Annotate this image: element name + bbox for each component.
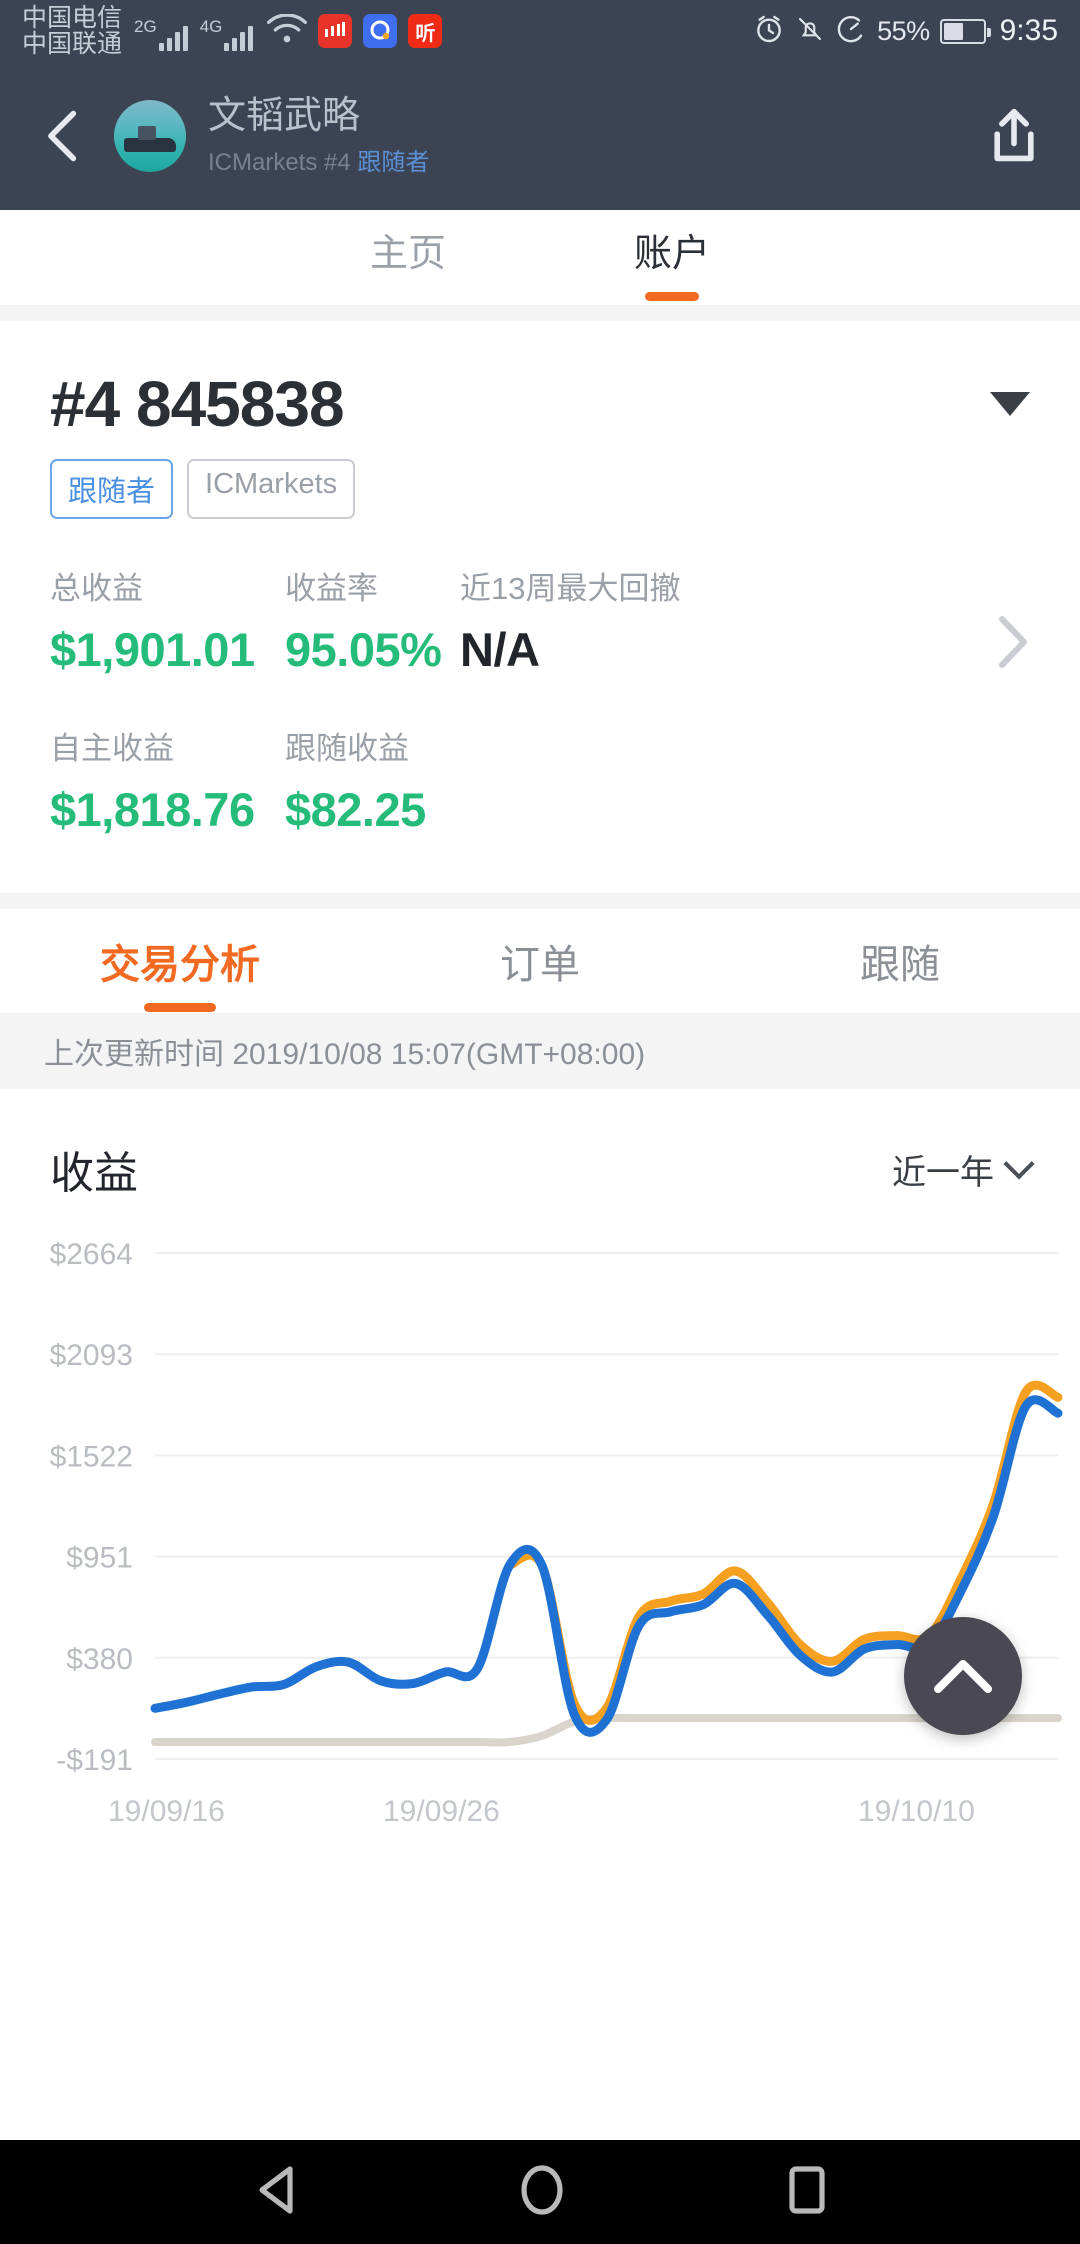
caret-down-icon[interactable]	[990, 392, 1030, 416]
x-tick-2: 19/10/10	[858, 1795, 975, 1828]
chip-role: 跟随者	[50, 459, 174, 519]
range-selector-label: 近一年	[892, 1153, 994, 1192]
alarm-icon	[753, 13, 785, 50]
stat-return-rate-label: 收益率	[285, 571, 378, 606]
share-button[interactable]	[976, 98, 1052, 174]
stock-app-icon	[318, 14, 353, 48]
x-tick-1: 19/09/26	[383, 1795, 500, 1828]
section-tab-bar: 交易分析 订单 跟随	[0, 909, 1080, 1013]
network-type-1: 2G	[134, 17, 157, 36]
header-title-block: 文韬武略 ICMarkets #4 跟随者	[208, 95, 429, 178]
avatar[interactable]	[114, 100, 186, 172]
scroll-up-chevron-icon	[934, 1660, 992, 1693]
stat-total-profit: 总收益 $1,901.01	[50, 563, 285, 677]
x-tick-0: 19/09/16	[108, 1795, 225, 1828]
account-chips: 跟随者 ICMarkets	[0, 441, 1080, 519]
account-number-row[interactable]: #4 845838	[0, 321, 1080, 441]
battery-percent: 55%	[877, 15, 930, 46]
trader-subtitle: ICMarkets #4 跟随者	[208, 142, 429, 177]
scroll-to-top-button[interactable]	[904, 1617, 1022, 1735]
stats-row-1: 总收益 $1,901.01 收益率 95.05% 近13周最大回撤 N/A	[50, 563, 1030, 677]
tab-trade-analysis[interactable]: 交易分析	[0, 932, 360, 990]
stat-copy-profit-label: 跟随收益	[285, 731, 409, 766]
chart-title: 收益	[50, 1149, 138, 1198]
nav-recents-button[interactable]	[786, 2165, 828, 2220]
back-button[interactable]	[28, 100, 100, 172]
chart-x-axis-labels: 19/09/16 19/09/26 19/10/10	[0, 1795, 1080, 1851]
account-ref-label: #4	[324, 149, 351, 177]
account-stats[interactable]: 总收益 $1,901.01 收益率 95.05% 近13周最大回撤 N/A 自主…	[0, 519, 1080, 837]
chevron-right-icon[interactable]	[996, 615, 1030, 674]
android-nav-bar	[0, 2140, 1080, 2244]
broker-label: ICMarkets	[208, 149, 318, 177]
network-type-2: 4G	[199, 17, 223, 36]
back-chevron-icon	[48, 110, 77, 162]
role-label: 跟随者	[357, 149, 430, 177]
stat-total-profit-label: 总收益	[50, 571, 143, 606]
chip-broker: ICMarkets	[187, 459, 356, 519]
stat-self-profit: 自主收益 $1,818.76	[50, 723, 285, 837]
stat-total-profit-value: $1,901.01	[50, 623, 255, 676]
stat-return-rate: 收益率 95.05%	[285, 563, 460, 677]
tab-follow[interactable]: 跟随	[720, 932, 1080, 990]
account-section: #4 845838 跟随者 ICMarkets 总收益 $1,901.01 收益…	[0, 321, 1080, 1851]
y-tick-label: $2093	[50, 1339, 133, 1372]
top-tab-bar: 主页 账户	[0, 210, 1080, 305]
nav-home-circle-icon	[521, 2164, 563, 2215]
trader-name: 文韬武略	[208, 94, 361, 137]
share-icon	[994, 108, 1034, 162]
section-divider-top	[0, 305, 1080, 321]
tab-home[interactable]: 主页	[356, 222, 460, 293]
carrier-1: 中国电信	[22, 3, 123, 32]
signal-1: 2G	[134, 11, 188, 51]
last-update-bar: 上次更新时间 2019/10/08 15:07(GMT+08:00)	[0, 1013, 1080, 1089]
y-tick-label: -$191	[56, 1744, 133, 1777]
carrier-labels: 中国电信 中国联通	[22, 3, 123, 58]
nav-back-triangle-icon	[259, 2165, 293, 2214]
stat-max-drawdown-value: N/A	[460, 623, 540, 676]
stat-copy-profit-value: $82.25	[285, 783, 426, 836]
browser-app-icon	[363, 14, 398, 48]
stats-row-2: 自主收益 $1,818.76 跟随收益 $82.25	[50, 723, 1030, 837]
status-right-cluster: 55% 9:35	[753, 13, 1058, 50]
carrier-2: 中国联通	[22, 30, 123, 58]
chevron-down-icon	[1003, 1148, 1035, 1180]
stat-self-profit-label: 自主收益	[50, 731, 174, 766]
y-tick-label: $1522	[50, 1440, 133, 1473]
data-saver-icon	[835, 13, 867, 50]
stat-copy-profit: 跟随收益 $82.25	[285, 723, 426, 837]
nav-back-button[interactable]	[252, 2165, 298, 2220]
section-divider-mid	[0, 893, 1080, 909]
account-number: #4 845838	[50, 368, 345, 440]
stat-return-rate-value: 95.05%	[285, 623, 442, 676]
signal-bars-1-icon	[158, 23, 188, 51]
wifi-icon	[267, 12, 308, 49]
stat-self-profit-value: $1,818.76	[50, 783, 255, 836]
listen-app-icon: 听	[408, 14, 443, 48]
mute-bell-icon	[795, 13, 825, 50]
clock: 9:35	[999, 14, 1058, 47]
range-selector[interactable]: 近一年	[892, 1145, 1035, 1194]
chart-y-axis-labels: $2664 $2093 $1522 $951 $380 -$191	[50, 1238, 133, 1777]
stat-max-drawdown-label: 近13周最大回撤	[460, 571, 681, 606]
last-update-text: 上次更新时间 2019/10/08 15:07(GMT+08:00)	[44, 1038, 646, 1071]
y-tick-label: $951	[66, 1542, 133, 1575]
battery-icon	[939, 18, 991, 44]
profit-chart-card: 收益 近一年 $2664 $2093 $1522 $951 $380 -$191 19/0…	[0, 1089, 1080, 1851]
y-tick-label: $2664	[50, 1238, 133, 1271]
chart-header: 收益 近一年	[0, 1137, 1080, 1201]
app-header: 文韬武略 ICMarkets #4 跟随者	[0, 62, 1080, 210]
app-screen: 中国电信 中国联通 2G 4G 听 55% 9:35 文韬武略 ICMarket…	[0, 0, 1080, 2244]
y-tick-label: $380	[66, 1643, 133, 1676]
signal-2: 4G	[200, 11, 254, 51]
signal-bars-2-icon	[224, 23, 254, 51]
tab-orders[interactable]: 订单	[360, 932, 720, 990]
nav-recents-square-icon	[789, 2165, 825, 2214]
status-bar: 中国电信 中国联通 2G 4G 听 55% 9:35	[0, 0, 1080, 62]
stat-max-drawdown: 近13周最大回撤 N/A	[460, 563, 1030, 677]
tab-account[interactable]: 账户	[620, 222, 724, 293]
nav-home-button[interactable]	[518, 2164, 566, 2221]
